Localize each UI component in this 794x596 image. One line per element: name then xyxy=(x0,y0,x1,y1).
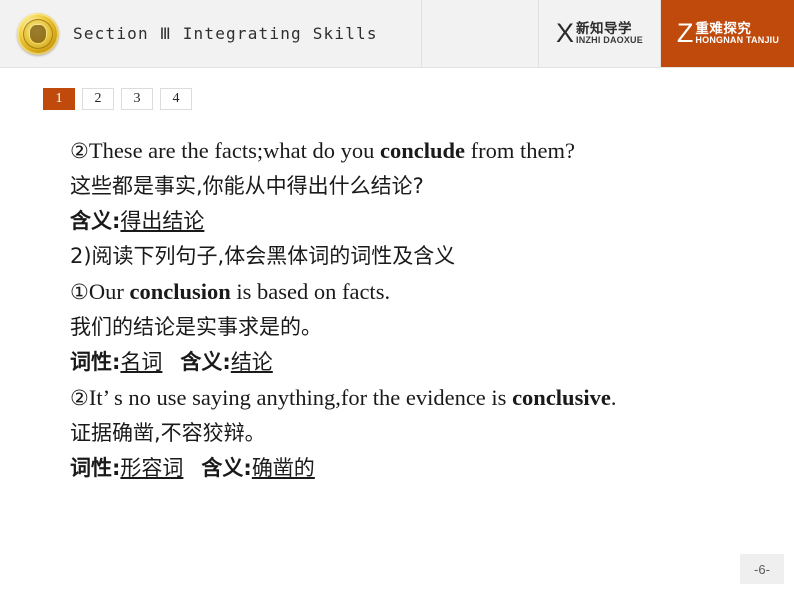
meaning-value-2: 结论 xyxy=(230,350,273,374)
header-spacer-cell xyxy=(422,0,539,67)
number-tab-3[interactable]: 3 xyxy=(121,88,153,110)
header-tab-xinzhi-daoxue-labels: 新知导学 INZHI DAOXUE xyxy=(576,20,643,46)
number-tab-1[interactable]: 1 xyxy=(43,88,75,110)
header-tab-zhongnan-tanjiu-cn: 重难探究 xyxy=(695,20,752,36)
pos-value-1: 名词 xyxy=(120,350,163,374)
header-tab-xinzhi-daoxue[interactable]: X 新知导学 INZHI DAOXUE xyxy=(539,0,661,67)
meaning-label-3: 含义: xyxy=(201,456,252,480)
example-sentence-3-cn: 证据确凿,不容狡辩。 xyxy=(70,421,266,445)
example-sentence-3-en: ②It’ s no use saying anything,for the ev… xyxy=(70,380,770,416)
example-sentence-1-en-part1: Our xyxy=(88,279,130,304)
keyword-conclude: conclude xyxy=(379,138,465,163)
meaning-row-conclude: 含义:得出结论 xyxy=(70,204,770,239)
meaning-value-1: 得出结论 xyxy=(120,209,205,233)
example-sentence-3-en-part1: It’ s no use saying anything,for the evi… xyxy=(88,385,513,410)
example-sentence-2-en: ②These are the facts;what do you conclud… xyxy=(70,133,770,169)
number-tab-3-label: 3 xyxy=(133,91,141,106)
header-tab-zhongnan-tanjiu-labels: 重难探究 HONGNAN TANJIU xyxy=(695,20,780,46)
keyword-conclusive: conclusive xyxy=(512,385,611,410)
page-title: Section Ⅲ Integrating Skills xyxy=(73,24,378,43)
header-tab-zhongnan-tanjiu[interactable]: Z 重难探究 HONGNAN TANJIU xyxy=(661,0,794,67)
meaning-label-2: 含义: xyxy=(180,350,231,374)
example-sentence-2-en-part1: These are the facts;what do you xyxy=(88,138,380,163)
header-tab-xinzhi-daoxue-cn: 新知导学 xyxy=(576,20,633,36)
keyword-conclusion: conclusion xyxy=(129,279,231,304)
example-marker-3: ② xyxy=(70,386,89,410)
example-sentence-1-en: ①Our conclusion is based on facts. xyxy=(70,274,770,310)
tab-letter-z: Z xyxy=(676,18,694,48)
number-tab-4-label: 4 xyxy=(172,91,180,106)
number-tab-2-label: 2 xyxy=(94,91,102,106)
pos-value-2: 形容词 xyxy=(120,456,184,480)
example-marker-2: ② xyxy=(70,139,89,163)
number-tab-strip: 1 2 3 4 xyxy=(43,88,192,110)
page-number-badge: -6- xyxy=(740,554,784,584)
example-sentence-2-en-part2: from them? xyxy=(464,138,575,163)
meaning-label-1: 含义: xyxy=(70,209,121,233)
header-title-cell: Section Ⅲ Integrating Skills xyxy=(0,0,422,67)
meaning-value-3: 确凿的 xyxy=(251,456,315,480)
header-tab-xinzhi-daoxue-en: INZHI DAOXUE xyxy=(576,35,643,46)
pos-meaning-row-conclusive: 词性:形容词 含义:确凿的 xyxy=(70,451,770,486)
pos-label-2: 词性: xyxy=(70,456,121,480)
pos-label-1: 词性: xyxy=(70,350,121,374)
page-number-label: -6- xyxy=(754,561,770,577)
pos-meaning-row-conclusion: 词性:名词 含义:结论 xyxy=(70,345,770,380)
number-tab-4[interactable]: 4 xyxy=(160,88,192,110)
lesson-content: ②These are the facts;what do you conclud… xyxy=(70,133,770,486)
number-tab-1-label: 1 xyxy=(55,91,63,106)
page-header: Section Ⅲ Integrating Skills X 新知导学 INZH… xyxy=(0,0,794,68)
header-tab-zhongnan-tanjiu-en: HONGNAN TANJIU xyxy=(695,35,780,46)
example-sentence-2-cn: 这些都是事实,你能从中得出什么结论? xyxy=(70,174,424,198)
task-instruction-2: 2)阅读下列句子,体会黑体词的词性及含义 xyxy=(70,244,456,268)
example-sentence-1-cn: 我们的结论是实事求是的。 xyxy=(70,315,322,339)
tab-letter-x: X xyxy=(556,18,575,48)
example-sentence-3-en-part2: . xyxy=(610,385,617,410)
example-sentence-1-en-part2: is based on facts. xyxy=(230,279,391,304)
gold-seal-emblem-icon xyxy=(17,12,59,55)
example-marker-1: ① xyxy=(70,280,89,304)
number-tab-2[interactable]: 2 xyxy=(82,88,114,110)
